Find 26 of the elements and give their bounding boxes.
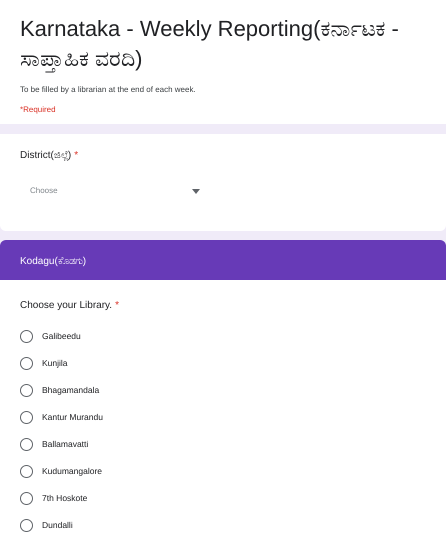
- option-label: Dundalli: [42, 519, 73, 532]
- caret-icon: [192, 188, 200, 194]
- option-label: Kudumangalore: [42, 465, 102, 478]
- required-asterisk: *: [115, 299, 119, 313]
- radio-button[interactable]: [20, 330, 33, 343]
- form-title: Karnataka - Weekly Reporting(ಕರ್ನಾಟಕ - ಸಾಪ್ತಾಹಿಕ ವರದಿ): [20, 15, 400, 74]
- required-note: *Required: [20, 104, 57, 116]
- option-label: Bhagamandala: [42, 384, 100, 397]
- radio-button[interactable]: [20, 438, 33, 451]
- question-label: Choose your Library.: [20, 299, 112, 313]
- radio-button[interactable]: [20, 411, 33, 424]
- option-label: Ballamavatti: [42, 438, 88, 451]
- radio-button[interactable]: [20, 519, 33, 532]
- option-label: Kunjila: [42, 357, 68, 370]
- radio-button[interactable]: [20, 492, 33, 505]
- section-title: Kodagu(ಕೊಡಗು): [20, 256, 86, 267]
- option-label: Kantur Murandu: [42, 411, 103, 424]
- option-label: 7th Hoskote: [42, 492, 88, 505]
- question-label: District(ಜಿಲ್ಲೆ): [20, 149, 72, 163]
- required-asterisk: *: [74, 149, 78, 163]
- radio-button[interactable]: [20, 384, 33, 397]
- radio-button[interactable]: [20, 357, 33, 370]
- form-description: To be filled by a librarian at the end of each week.: [20, 84, 197, 96]
- radio-button[interactable]: [20, 465, 33, 478]
- option-label: Galibeedu: [42, 330, 81, 343]
- district-dropdown[interactable]: Choose: [20, 179, 210, 203]
